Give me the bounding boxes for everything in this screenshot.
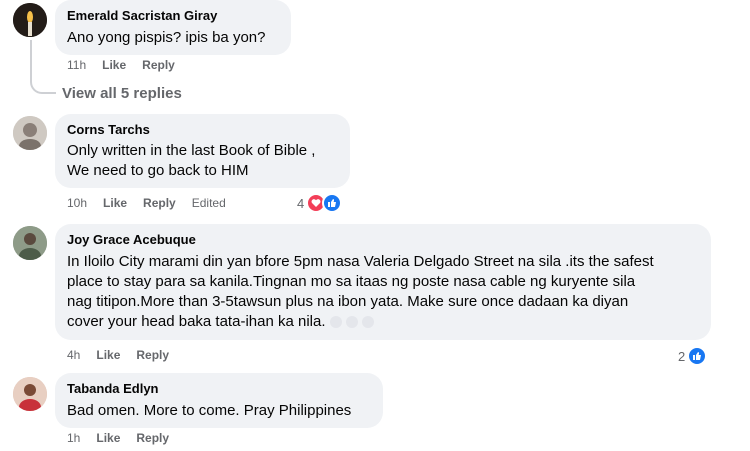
reply-button[interactable]: Reply: [136, 431, 169, 445]
comment-author[interactable]: Tabanda Edlyn: [67, 380, 371, 397]
comment-bubble: Emerald Sacristan Giray Ano yong pispis?…: [55, 0, 291, 55]
reply-button[interactable]: Reply: [136, 348, 169, 362]
emoji-icon: [345, 316, 358, 329]
reaction-count: 2: [678, 348, 686, 364]
comment-actions: 4h Like Reply: [67, 348, 169, 362]
reply-thread-line: [30, 40, 56, 94]
reaction-count: 4: [297, 195, 305, 211]
comment-time[interactable]: 1h: [67, 431, 80, 445]
avatar[interactable]: [13, 226, 47, 260]
comment-author[interactable]: Corns Tarchs: [67, 121, 338, 138]
comment-text: Bad omen. More to come. Pray Philippines: [67, 402, 352, 419]
comment-text: In Iloilo City marami din yan bfore 5pm …: [67, 252, 699, 332]
avatar-photo-icon: [13, 377, 47, 411]
comment-actions: 10h Like Reply Edited: [67, 196, 226, 210]
comment-time[interactable]: 11h: [67, 58, 86, 72]
emoji-icon: [361, 316, 374, 329]
comment-bubble: Joy Grace Acebuque In Iloilo City marami…: [55, 224, 711, 340]
avatar-photo-icon: [13, 116, 47, 150]
comment-author[interactable]: Emerald Sacristan Giray: [67, 7, 279, 24]
like-button[interactable]: Like: [103, 196, 127, 210]
avatar[interactable]: [13, 377, 47, 411]
comment-bubble: Corns Tarchs Only written in the last Bo…: [55, 114, 350, 188]
comment-author[interactable]: Joy Grace Acebuque: [67, 231, 699, 248]
like-button[interactable]: Like: [96, 431, 120, 445]
avatar[interactable]: [13, 3, 47, 37]
comment-actions: 11h Like Reply: [67, 58, 175, 72]
comment-bubble: Tabanda Edlyn Bad omen. More to come. Pr…: [55, 373, 383, 428]
comment-text: Only written in the last Book of Bible ,…: [67, 142, 316, 179]
comment-text-content: In Iloilo City marami din yan bfore 5pm …: [67, 253, 654, 330]
reaction-summary[interactable]: 2: [678, 346, 708, 366]
edited-label[interactable]: Edited: [192, 196, 226, 210]
view-replies-link[interactable]: View all 5 replies: [62, 85, 182, 102]
comment-actions: 1h Like Reply: [67, 431, 169, 445]
thumbs-up-icon: [322, 193, 343, 213]
emoji-icon: [329, 316, 342, 329]
avatar[interactable]: [13, 116, 47, 150]
comment-time[interactable]: 4h: [67, 348, 80, 362]
comment-text: Ano yong pispis? ipis ba yon?: [67, 29, 266, 46]
thumbs-up-icon: [687, 346, 708, 366]
like-button[interactable]: Like: [96, 348, 120, 362]
comment-time[interactable]: 10h: [67, 196, 87, 210]
reaction-summary[interactable]: 4: [297, 193, 343, 213]
avatar-candle-icon: [13, 3, 47, 37]
avatar-photo-icon: [13, 226, 47, 260]
reply-button[interactable]: Reply: [143, 196, 176, 210]
like-button[interactable]: Like: [102, 58, 126, 72]
reply-button[interactable]: Reply: [142, 58, 175, 72]
